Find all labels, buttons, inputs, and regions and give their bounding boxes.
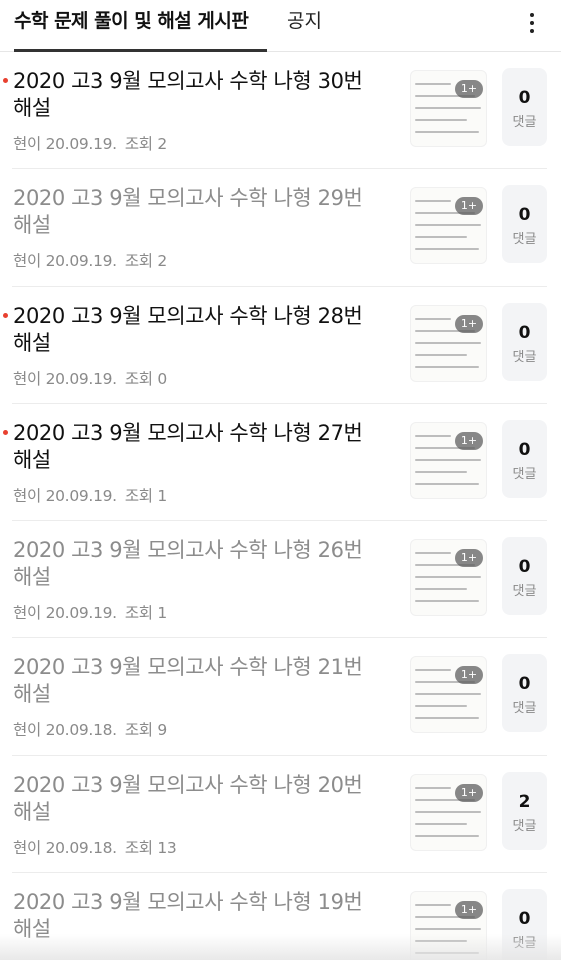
unread-dot bbox=[3, 312, 8, 318]
post-views: 조회 2 bbox=[124, 135, 167, 153]
post-thumbnail[interactable]: 1+ bbox=[410, 773, 487, 851]
post-views: 조회 1 bbox=[124, 486, 167, 505]
comment-label: 댓글 bbox=[512, 701, 537, 717]
image-count-badge: 1+ bbox=[455, 901, 483, 920]
post-list-item[interactable]: 2020 고3 9월 모의고사 수학 나형 29번 해설현이 20.09.19.… bbox=[12, 169, 547, 287]
post-meta: 현이 20.09.19. 조회 0 bbox=[13, 367, 167, 389]
post-title[interactable]: 2020 고3 9월 모의고사 수학 나형 26번 해설 bbox=[13, 537, 373, 591]
post-date: 20.09.19. bbox=[45, 369, 118, 388]
post-list-item[interactable]: 2020 고3 9월 모의고사 수학 나형 28번 해설현이 20.09.19.… bbox=[3, 287, 547, 404]
post-date: 20.09.18. bbox=[45, 838, 118, 857]
more-vertical-icon[interactable] bbox=[517, 8, 547, 38]
image-count-badge: 1+ bbox=[455, 80, 483, 98]
board-tab-bar: 수학 문제 풀이 및 해설 게시판 공지 bbox=[0, 0, 561, 52]
post-date: 20.09.19. bbox=[45, 135, 118, 153]
comment-count: 0 bbox=[518, 205, 531, 226]
post-author: 현이 bbox=[13, 369, 41, 388]
comment-count: 0 bbox=[518, 88, 531, 108]
post-meta: 현이 20.09.19. 조회 1 bbox=[13, 601, 167, 623]
tab-math-board[interactable]: 수학 문제 풀이 및 해설 게시판 bbox=[14, 0, 267, 52]
post-author: 현이 bbox=[13, 486, 41, 505]
post-views: 조회 0 bbox=[124, 369, 167, 388]
post-thumbnail[interactable]: 1+ bbox=[410, 187, 487, 265]
comment-label: 댓글 bbox=[512, 818, 537, 834]
comment-count: 0 bbox=[518, 557, 531, 578]
post-title[interactable]: 2020 고3 9월 모의고사 수학 나형 21번 해설 bbox=[13, 654, 373, 708]
post-title[interactable]: 2020 고3 9월 모의고사 수학 나형 29번 해설 bbox=[13, 185, 373, 239]
image-count-badge: 1+ bbox=[455, 666, 483, 685]
comment-count-box[interactable]: 0 댓글 bbox=[502, 302, 547, 381]
post-date: 20.09.19. bbox=[45, 486, 118, 505]
post-author: 현이 bbox=[13, 252, 41, 271]
post-thumbnail[interactable]: 1+ bbox=[410, 539, 487, 617]
post-meta: 현이 20.09.18. 조회 13 bbox=[13, 836, 177, 858]
comment-count: 0 bbox=[518, 909, 531, 930]
post-meta: 현이 20.09.19. 조회 1 bbox=[13, 484, 167, 506]
comment-label: 댓글 bbox=[512, 466, 537, 482]
post-thumbnail[interactable]: 1+ bbox=[410, 656, 487, 734]
comment-count-box[interactable]: 0 댓글 bbox=[502, 185, 547, 264]
post-author: 현이 bbox=[13, 721, 41, 740]
post-title[interactable]: 2020 고3 9월 모의고사 수학 나형 30번 해설 bbox=[13, 68, 373, 122]
post-date: 20.09.19. bbox=[45, 252, 118, 271]
comment-count-box[interactable]: 2 댓글 bbox=[502, 771, 547, 850]
comment-count: 0 bbox=[518, 439, 531, 460]
post-title[interactable]: 2020 고3 9월 모의고사 수학 나형 20번 해설 bbox=[13, 772, 373, 826]
post-meta: 현이 20.09.18. 조회 9 bbox=[13, 718, 167, 740]
post-author: 현이 bbox=[13, 604, 41, 623]
comment-label: 댓글 bbox=[512, 584, 537, 600]
post-list-item[interactable]: 2020 고3 9월 모의고사 수학 나형 19번 해설 1+ 0 댓글 bbox=[12, 873, 547, 960]
comment-count-box[interactable]: 0 댓글 bbox=[502, 419, 547, 498]
post-meta: 현이 20.09.19. 조회 2 bbox=[13, 132, 167, 154]
post-author: 현이 bbox=[13, 135, 41, 153]
comment-count-box[interactable]: 0 댓글 bbox=[502, 889, 547, 960]
post-title[interactable]: 2020 고3 9월 모의고사 수학 나형 27번 해설 bbox=[13, 420, 373, 474]
post-list-item[interactable]: 2020 고3 9월 모의고사 수학 나형 26번 해설현이 20.09.19.… bbox=[12, 521, 547, 639]
post-thumbnail[interactable]: 1+ bbox=[410, 304, 487, 382]
post-list-item[interactable]: 2020 고3 9월 모의고사 수학 나형 21번 해설현이 20.09.18.… bbox=[12, 638, 547, 756]
post-thumbnail[interactable]: 1+ bbox=[410, 70, 487, 147]
post-date: 20.09.19. bbox=[45, 604, 118, 623]
comment-label: 댓글 bbox=[512, 115, 537, 130]
post-thumbnail[interactable]: 1+ bbox=[410, 421, 487, 499]
post-views: 조회 1 bbox=[124, 604, 167, 623]
tab-notice[interactable]: 공지 bbox=[287, 0, 322, 52]
post-list-item[interactable]: 2020 고3 9월 모의고사 수학 나형 30번 해설현이 20.09.19.… bbox=[3, 52, 547, 170]
comment-count-box[interactable]: 0 댓글 bbox=[502, 654, 547, 733]
unread-dot bbox=[3, 429, 8, 435]
comment-count-box[interactable]: 0 댓글 bbox=[502, 68, 547, 146]
image-count-badge: 1+ bbox=[455, 783, 483, 802]
comment-count: 0 bbox=[518, 322, 531, 343]
post-meta: 현이 20.09.19. 조회 2 bbox=[13, 249, 167, 271]
post-thumbnail[interactable]: 1+ bbox=[410, 891, 487, 960]
post-date: 20.09.18. bbox=[45, 721, 118, 740]
post-list-item[interactable]: 2020 고3 9월 모의고사 수학 나형 27번 해설현이 20.09.19.… bbox=[3, 404, 547, 522]
comment-count: 0 bbox=[518, 674, 531, 695]
comment-label: 댓글 bbox=[512, 232, 537, 248]
comment-count: 2 bbox=[518, 791, 531, 812]
post-views: 조회 9 bbox=[124, 721, 167, 740]
post-title[interactable]: 2020 고3 9월 모의고사 수학 나형 19번 해설 bbox=[13, 889, 373, 943]
post-list-item[interactable]: 2020 고3 9월 모의고사 수학 나형 20번 해설현이 20.09.18.… bbox=[12, 756, 547, 874]
unread-dot bbox=[3, 78, 8, 83]
image-count-badge: 1+ bbox=[455, 197, 483, 216]
image-count-badge: 1+ bbox=[455, 314, 483, 333]
post-list: 2020 고3 9월 모의고사 수학 나형 30번 해설현이 20.09.19.… bbox=[0, 52, 561, 960]
post-views: 조회 13 bbox=[124, 838, 177, 857]
image-count-badge: 1+ bbox=[455, 549, 483, 568]
comment-count-box[interactable]: 0 댓글 bbox=[502, 537, 547, 616]
post-title[interactable]: 2020 고3 9월 모의고사 수학 나형 28번 해설 bbox=[13, 303, 373, 357]
post-author: 현이 bbox=[13, 838, 41, 857]
image-count-badge: 1+ bbox=[455, 431, 483, 450]
comment-label: 댓글 bbox=[512, 349, 537, 365]
post-views: 조회 2 bbox=[124, 252, 167, 271]
comment-label: 댓글 bbox=[512, 936, 537, 952]
